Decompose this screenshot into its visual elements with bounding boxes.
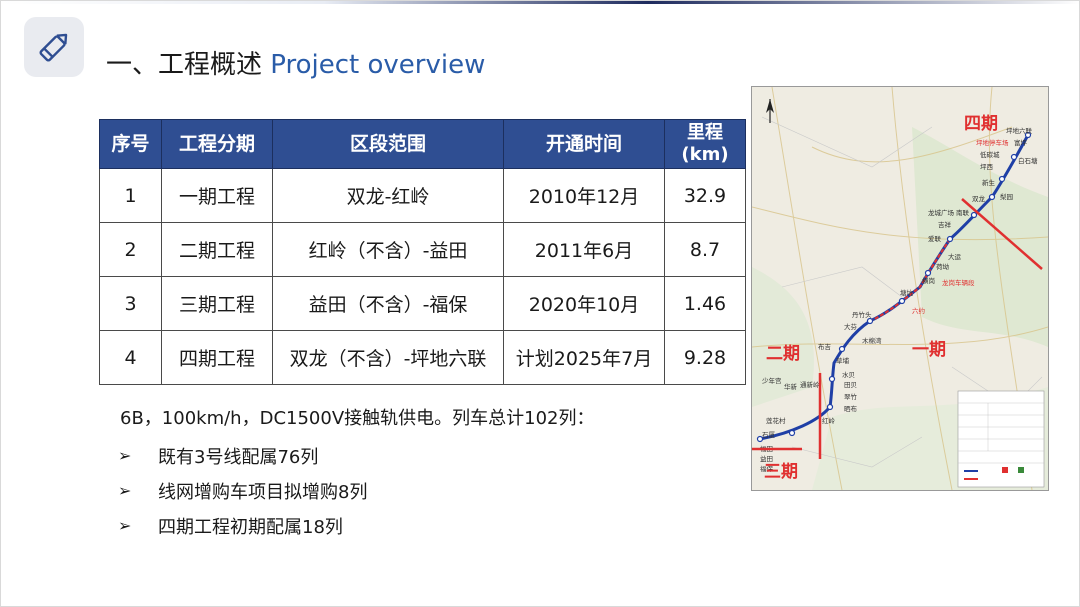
list-item: ➢ 既有3号线配属76列	[118, 438, 367, 473]
station-label: 木棉湾	[862, 336, 882, 345]
station-label: 华新	[784, 382, 798, 391]
cell-index: 4	[99, 330, 162, 385]
bullet-text: 既有3号线配属76列	[158, 446, 319, 468]
station-label: 红岭	[822, 416, 836, 425]
station-label: 田贝	[844, 381, 857, 389]
station-label: 双龙	[972, 194, 986, 203]
phase1-label: 一期	[912, 340, 946, 360]
station-label: 低碳城	[980, 150, 1000, 159]
station-label: 坪地停车场	[976, 138, 1009, 147]
cell-open-date: 2011年6月	[503, 222, 665, 277]
table-row: 2 二期工程 红岭（不含）-益田 2011年6月 8.7	[99, 222, 746, 277]
station-label: 水贝	[842, 370, 855, 379]
header-open-date: 开通时间	[503, 119, 665, 169]
cell-section: 红岭（不含）-益田	[272, 222, 504, 277]
arrow-bullet-icon: ➢	[118, 516, 132, 535]
station-label: 翠竹	[844, 392, 858, 401]
cell-phase: 四期工程	[161, 330, 273, 385]
header-index: 序号	[99, 119, 162, 169]
header-mileage: 里程(km)	[664, 119, 746, 169]
station-label: 通新岭	[800, 380, 820, 389]
cell-open-date: 计划2025年7月	[503, 330, 665, 385]
title-en: Project overview	[270, 50, 486, 80]
station-label: 坪西	[980, 163, 994, 171]
cell-phase: 三期工程	[161, 276, 273, 331]
station-label: 晒布	[844, 404, 858, 413]
phase4-label: 四期	[964, 114, 998, 134]
bullet-list: ➢ 既有3号线配属76列 ➢ 线网增购车项目拟增购8列 ➢ 四期工程初期配属18列	[118, 438, 367, 543]
line-map: 坪地六联 富坪 白石塘 坪西 坪地停车场 低碳城 新生 双龙 梨园 龙城广场 吉…	[751, 86, 1049, 491]
table-row: 3 三期工程 益田（不含）-福保 2020年10月 1.46	[99, 276, 746, 331]
bullet-text: 线网增购车项目拟增购8列	[158, 481, 368, 503]
cell-section: 益田（不含）-福保	[272, 276, 504, 331]
station-label: 布吉	[818, 342, 832, 351]
cell-open-date: 2010年12月	[503, 168, 665, 223]
cell-index: 2	[99, 222, 162, 277]
header-phase: 工程分期	[161, 119, 273, 169]
station-label: 白石塘	[1018, 156, 1038, 165]
map-legend	[957, 390, 1045, 488]
phase2-label: 二期	[766, 344, 800, 364]
station-label: 莲花村	[766, 416, 786, 425]
project-phase-table: 序号 工程分期 区段范围 开通时间 里程(km) 1 一期工程 双龙-红岭 20…	[99, 119, 746, 385]
list-item: ➢ 四期工程初期配属18列	[118, 508, 367, 543]
station-label: 草埔	[836, 356, 850, 365]
station-label: 大运	[948, 252, 962, 261]
cell-section: 双龙（不含）-坪地六联	[272, 330, 504, 385]
train-summary: 6B，100km/h，DC1500V接触轨供电。列车总计102列：	[120, 408, 595, 429]
cell-mileage: 32.9	[664, 168, 746, 223]
table-header-row: 序号 工程分期 区段范围 开通时间 里程(km)	[99, 119, 746, 169]
station-label: 南联	[956, 208, 970, 217]
station-label: 石厦	[762, 431, 776, 439]
page-title: 一、工程概述 Project overview	[106, 44, 485, 81]
station-label: 吉祥	[938, 220, 952, 229]
cell-mileage: 1.46	[664, 276, 746, 331]
station-label: 新生	[982, 178, 996, 187]
station-label: 塘坑	[900, 288, 914, 297]
station-label: 少年宫	[762, 376, 782, 385]
station-label: 龙岗车辆段	[942, 278, 975, 287]
table-row: 4 四期工程 双龙（不含）-坪地六联 计划2025年7月 9.28	[99, 330, 746, 385]
table-row: 1 一期工程 双龙-红岭 2010年12月 32.9	[99, 168, 746, 223]
bullet-text: 四期工程初期配属18列	[158, 516, 343, 538]
list-item: ➢ 线网增购车项目拟增购8列	[118, 473, 367, 508]
cell-section: 双龙-红岭	[272, 168, 504, 223]
cell-phase: 二期工程	[161, 222, 273, 277]
cell-mileage: 8.7	[664, 222, 746, 277]
cell-phase: 一期工程	[161, 168, 273, 223]
station-label: 梨园	[1000, 192, 1013, 201]
phase3-label: 三期	[764, 462, 798, 482]
station-label: 龙城广场	[928, 208, 955, 217]
pencil-icon	[24, 17, 84, 77]
station-label: 大芬	[844, 322, 858, 331]
station-label: 丹竹头	[852, 310, 872, 319]
station-label: 荷坳	[936, 262, 950, 271]
header-section: 区段范围	[272, 119, 504, 169]
station-label: 横岗	[922, 276, 935, 285]
cell-index: 3	[99, 276, 162, 331]
title-cn: 一、工程概述	[106, 50, 263, 80]
arrow-bullet-icon: ➢	[118, 481, 132, 500]
cell-mileage: 9.28	[664, 330, 746, 385]
station-label: 爱联	[928, 234, 942, 243]
cell-open-date: 2020年10月	[503, 276, 665, 331]
cell-index: 1	[99, 168, 162, 223]
arrow-bullet-icon: ➢	[118, 446, 132, 465]
map-canvas: 坪地六联 富坪 白石塘 坪西 坪地停车场 低碳城 新生 双龙 梨园 龙城广场 吉…	[752, 87, 1048, 490]
station-label: 六约	[912, 306, 925, 315]
station-label: 富坪	[1014, 138, 1028, 147]
station-label: 坪地六联	[1006, 126, 1033, 135]
